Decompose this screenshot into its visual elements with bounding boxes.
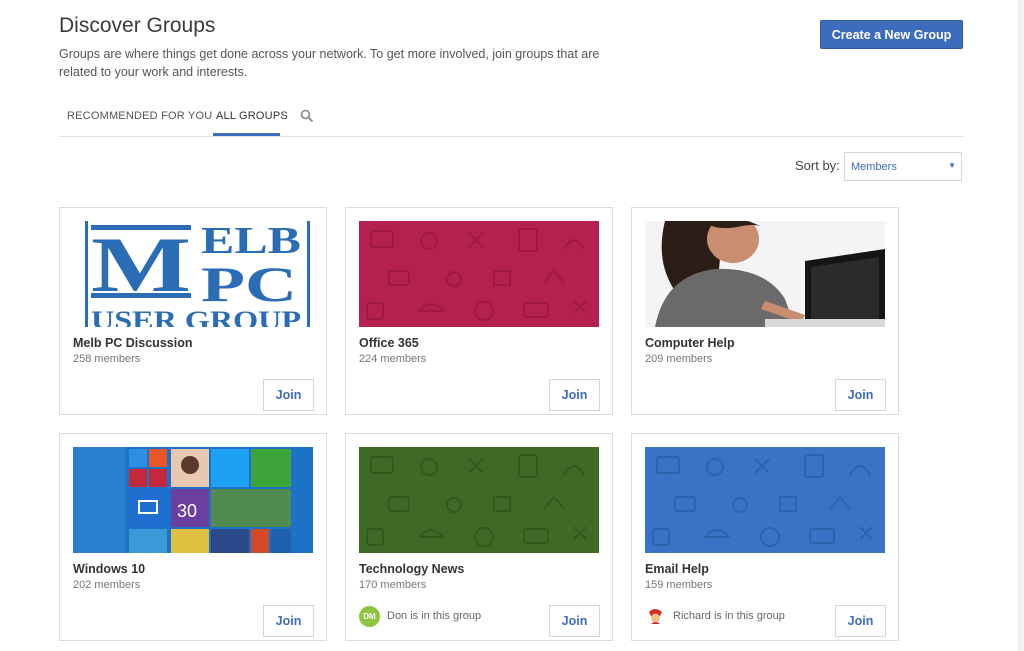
group-image-windows-10: 30 [73, 447, 313, 553]
avatar[interactable] [645, 606, 666, 627]
group-image-office-365 [359, 221, 599, 327]
group-name[interactable]: Windows 10 [73, 562, 145, 576]
group-member-count: 170 members [359, 579, 427, 591]
sort-label: Sort by: [795, 158, 840, 173]
svg-text:USER GROUP: USER GROUP [91, 306, 301, 327]
photo-woman-laptop-icon [645, 221, 885, 327]
pattern-image-icon [359, 221, 599, 327]
windows-start-screen-icon: 30 [73, 447, 313, 553]
join-button[interactable]: Join [263, 379, 314, 411]
group-card[interactable]: Computer Help 209 members Join [631, 207, 899, 415]
svg-text:PC: PC [201, 256, 297, 312]
group-member-count: 258 members [73, 353, 141, 365]
active-tab-indicator [213, 133, 280, 136]
group-image-technology-news [359, 447, 599, 553]
tab-recommended[interactable]: RECOMMENDED FOR YOU [67, 110, 212, 122]
join-button[interactable]: Join [835, 605, 886, 637]
group-name[interactable]: Computer Help [645, 336, 735, 350]
member-note-text: Don is in this group [387, 610, 482, 622]
sort-selected-value: Members [851, 161, 897, 173]
group-card[interactable]: M ELB PC USER GROUP Melb PC Discussion 2… [59, 207, 327, 415]
group-name[interactable]: Email Help [645, 562, 709, 576]
search-icon[interactable] [300, 109, 314, 123]
melb-pc-logo-icon: M ELB PC USER GROUP [73, 221, 313, 327]
avatar[interactable]: DM [359, 605, 380, 627]
group-name[interactable]: Technology News [359, 562, 464, 576]
group-member-count: 159 members [645, 579, 713, 591]
discover-groups-page: Discover Groups Groups are where things … [0, 0, 1024, 651]
join-button[interactable]: Join [835, 379, 886, 411]
svg-text:M: M [91, 221, 191, 308]
group-card[interactable]: Email Help 159 members Richard is in thi… [631, 433, 899, 641]
pattern-image-icon [359, 447, 599, 553]
group-card[interactable]: Office 365 224 members Join [345, 207, 613, 415]
group-member-count: 224 members [359, 353, 427, 365]
group-member-count: 202 members [73, 579, 141, 591]
group-image-email-help [645, 447, 885, 553]
group-name[interactable]: Melb PC Discussion [73, 336, 192, 350]
page-title: Discover Groups [59, 14, 216, 37]
windows-tile-date: 30 [177, 501, 197, 521]
join-button[interactable]: Join [549, 379, 600, 411]
join-button[interactable]: Join [549, 605, 600, 637]
scrollbar[interactable] [1018, 0, 1024, 651]
group-tabs: RECOMMENDED FOR YOU ALL GROUPS [59, 100, 963, 137]
group-member-count: 209 members [645, 353, 713, 365]
group-card[interactable]: 30 Windows 10 202 members Join [59, 433, 327, 641]
tab-all-groups[interactable]: ALL GROUPS [216, 110, 288, 122]
member-note: DM Don is in this group [359, 605, 481, 627]
chevron-down-icon: ▼ [948, 161, 956, 170]
member-note-text: Richard is in this group [673, 610, 785, 622]
sort-dropdown[interactable]: Members ▼ [844, 152, 962, 181]
pattern-image-icon [645, 447, 885, 553]
create-group-button[interactable]: Create a New Group [820, 20, 963, 49]
group-image-computer-help [645, 221, 885, 327]
member-note: Richard is in this group [645, 605, 785, 627]
group-card[interactable]: Technology News 170 members DM Don is in… [345, 433, 613, 641]
group-name[interactable]: Office 365 [359, 336, 419, 350]
group-image-melb-pc: M ELB PC USER GROUP [73, 221, 313, 327]
page-description: Groups are where things get done across … [59, 47, 600, 79]
join-button[interactable]: Join [263, 605, 314, 637]
